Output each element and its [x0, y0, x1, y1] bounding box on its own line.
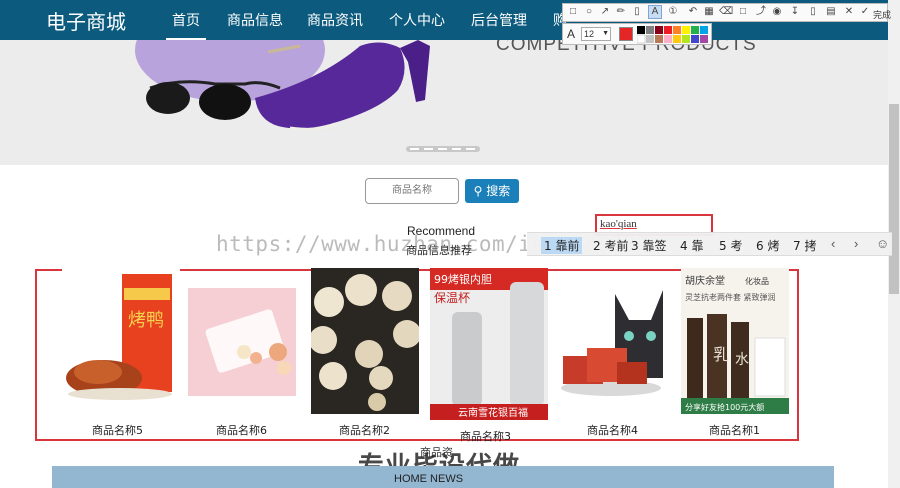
search-button[interactable]: ⚲ 搜索: [465, 179, 519, 203]
current-color-swatch[interactable]: [619, 27, 633, 41]
eraser-icon[interactable]: ⌫: [719, 6, 733, 18]
check-icon[interactable]: ✓: [859, 6, 871, 18]
ime-composition-text: kao'qian: [600, 218, 637, 230]
font-size-select[interactable]: 12 ▼: [581, 27, 611, 41]
ime-candidate[interactable]: 4 靠: [680, 237, 703, 254]
nav-item-home[interactable]: 首页: [172, 10, 200, 30]
nav-item-admin[interactable]: 后台管理: [471, 10, 527, 30]
download-icon[interactable]: ↧: [789, 6, 801, 18]
nav-item-news[interactable]: 商品资讯: [307, 10, 363, 30]
p1-label: 烤鸭: [128, 310, 164, 331]
p4-bottom: 云南雪花银百福: [458, 406, 528, 419]
product-name[interactable]: 商品名称5: [92, 422, 143, 438]
ellipse-icon[interactable]: ○: [583, 6, 595, 18]
search-input[interactable]: 商品名称: [365, 178, 459, 204]
pen-icon[interactable]: ✏: [615, 6, 627, 18]
nav-item-profile[interactable]: 个人中心: [389, 10, 445, 30]
ime-candidate[interactable]: 3 靠签: [631, 237, 666, 254]
ime-candidate[interactable]: 2 考前: [593, 237, 628, 254]
carousel-dot[interactable]: [410, 148, 419, 150]
ime-emoji-icon[interactable]: ☺: [876, 236, 889, 251]
color-palette[interactable]: [637, 26, 709, 44]
record-icon[interactable]: ◉: [771, 6, 783, 18]
undo-icon[interactable]: ↶: [687, 6, 699, 18]
nav-item-products[interactable]: 商品信息: [227, 10, 283, 30]
product-image[interactable]: [557, 282, 665, 402]
number-icon[interactable]: ①: [667, 6, 679, 18]
product-image[interactable]: 胡庆余堂 化妆品 灵芝抗老两件套 紧致弹润 乳 水 分享好友抢100元大额: [681, 268, 789, 414]
search-button-label: 搜索: [486, 184, 511, 198]
product-image[interactable]: [188, 288, 296, 396]
font-size-value: 12: [584, 29, 595, 39]
p6-tag: 化妆品: [745, 276, 769, 286]
ime-candidate[interactable]: 1 靠前: [541, 237, 583, 254]
copy-icon[interactable]: ▯: [807, 6, 819, 18]
product-name[interactable]: 商品名称3: [460, 428, 511, 444]
annotation-toolbar: □ ○ ↗ ✏ ▯ A ① ↶ ▦ ⌫ □ ⤴ ◉ ↧ ▯ ▤ ✕ ✓: [562, 3, 888, 22]
product-name[interactable]: 商品名称2: [339, 422, 390, 438]
font-icon: A: [567, 27, 576, 41]
carousel-dot[interactable]: [452, 148, 461, 150]
pin-icon[interactable]: ⤴: [755, 6, 767, 18]
site-brand[interactable]: 电子商城: [46, 6, 126, 35]
close-icon[interactable]: ✕: [843, 6, 855, 18]
product-image[interactable]: 烤鸭: [62, 268, 180, 406]
finish-button[interactable]: 完成: [873, 8, 891, 21]
product-name[interactable]: 商品名称4: [587, 422, 638, 438]
ime-candidate[interactable]: 5 考: [719, 237, 742, 254]
share-icon[interactable]: ▤: [825, 6, 837, 18]
ime-candidate[interactable]: 6 烤: [756, 237, 779, 254]
news-title: HOME NEWS: [394, 473, 464, 485]
scrollbar-thumb[interactable]: [889, 104, 899, 294]
carousel-dot[interactable]: [424, 148, 433, 150]
product-name[interactable]: 商品名称1: [709, 422, 760, 438]
p6-sub: 灵芝抗老两件套 紧致弹润: [685, 292, 776, 302]
p4-mid: 保温杯: [434, 291, 470, 305]
crop-icon[interactable]: □: [737, 6, 749, 18]
carousel-dot[interactable]: [466, 148, 475, 150]
product-image[interactable]: [311, 268, 419, 414]
arrow-icon[interactable]: ↗: [599, 6, 611, 18]
chevron-down-icon: ▼: [602, 30, 609, 37]
marker-icon[interactable]: ▯: [631, 6, 643, 18]
p6-glyph-2: 水: [735, 352, 749, 368]
product-name[interactable]: 商品名称6: [216, 422, 267, 438]
p4-top: 99烤银内胆: [434, 272, 492, 286]
ime-candidate[interactable]: 7 拷: [793, 237, 816, 254]
p6-glyph-1: 乳: [713, 345, 729, 364]
mosaic-icon[interactable]: ▦: [703, 6, 715, 18]
banner-carousel: COMPETITIVE PRODUCTS: [0, 40, 888, 165]
product-image[interactable]: 99烤银内胆 保温杯 云南雪花银百福: [430, 268, 548, 420]
search-icon: ⚲: [473, 184, 483, 198]
p6-bottom: 分享好友抢100元大额: [685, 402, 764, 412]
p6-brand: 胡庆余堂: [685, 274, 725, 287]
ime-next-icon[interactable]: ›: [854, 236, 858, 251]
carousel-dot[interactable]: [438, 148, 447, 150]
text-tool-icon[interactable]: A: [648, 5, 662, 19]
carousel-indicators[interactable]: [406, 146, 480, 152]
ime-candidate-bar[interactable]: 1 靠前 2 考前 3 靠签 4 靠 5 考 6 烤 7 拷 ‹ › ☺: [527, 232, 892, 256]
text-style-panel: A 12 ▼: [562, 23, 712, 45]
ime-prev-icon[interactable]: ‹: [831, 236, 835, 251]
rectangle-icon[interactable]: □: [567, 6, 579, 18]
